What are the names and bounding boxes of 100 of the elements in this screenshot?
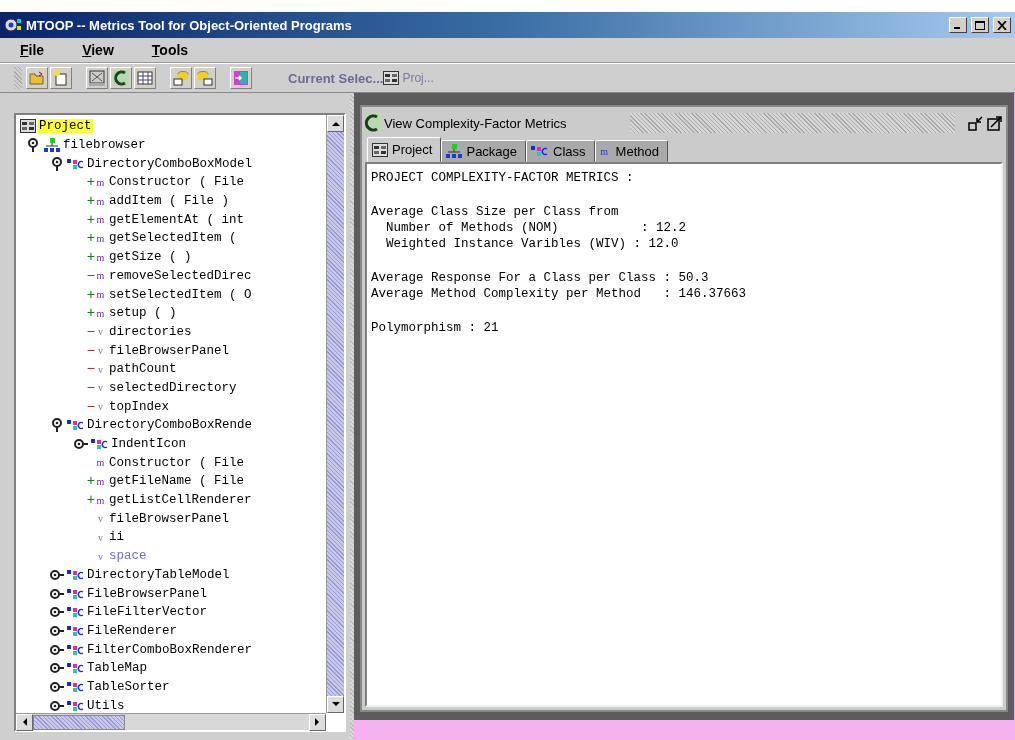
tree-item[interactable]: getSize ( ): [108, 250, 193, 265]
tree-item[interactable]: addItem ( File ): [108, 194, 231, 209]
access-sign: +: [86, 174, 96, 191]
class-icon: [67, 699, 85, 712]
tree-item[interactable]: fileBrowserPanel: [108, 511, 231, 526]
pin-icon[interactable]: [28, 138, 38, 153]
current-selection-value: Proj...: [402, 71, 434, 85]
key-icon[interactable]: [50, 700, 64, 711]
tree-item[interactable]: FileRenderer: [86, 623, 178, 638]
restore-icon[interactable]: [968, 115, 984, 131]
title-grip[interactable]: [629, 113, 955, 133]
tree-item[interactable]: getFileName ( File: [108, 474, 246, 489]
key-icon[interactable]: [50, 644, 64, 655]
tree-item[interactable]: ii: [108, 530, 125, 545]
class-icon: [67, 624, 85, 637]
tree-item[interactable]: space: [108, 549, 148, 564]
tree-item[interactable]: FileFilterVector: [86, 605, 209, 620]
scroll-down-button[interactable]: [327, 696, 344, 713]
database-button[interactable]: [170, 67, 192, 89]
tree-item[interactable]: setup ( ): [108, 306, 178, 321]
tree-item[interactable]: getElementAt ( int: [108, 212, 246, 227]
maximize-icon[interactable]: [987, 115, 1003, 131]
tree-item[interactable]: selectedDirectory: [108, 380, 238, 395]
menu-item[interactable]: Tools: [151, 42, 189, 58]
key-icon[interactable]: [50, 663, 64, 674]
key-icon[interactable]: [50, 607, 64, 618]
minimize-button[interactable]: [949, 17, 967, 33]
table-button[interactable]: [134, 67, 156, 89]
tree-item[interactable]: getSelectedItem (: [108, 231, 238, 246]
tree-item[interactable]: IndentIcon: [110, 437, 187, 452]
tree-item[interactable]: DirectoryComboBoxModel: [86, 156, 254, 171]
complexity-button[interactable]: [110, 67, 132, 89]
tree-item[interactable]: Constructor ( File: [108, 175, 246, 190]
tab[interactable]: m Method: [594, 140, 668, 162]
package-icon: [44, 138, 60, 153]
window-title: View Complexity-Factor Metrics: [384, 115, 567, 131]
pin-icon[interactable]: [52, 156, 62, 171]
tree-item[interactable]: topIndex: [108, 399, 170, 414]
key-icon[interactable]: [50, 681, 64, 692]
tab[interactable]: Class: [526, 140, 595, 162]
left-arrow-icon: [22, 718, 27, 726]
report-line: Weighted Instance Varibles (WIV) : 12.0: [385, 236, 680, 252]
tree-item[interactable]: TableSorter: [86, 679, 171, 694]
vertical-scrollbar[interactable]: [326, 115, 344, 713]
method-icon: m: [96, 214, 105, 226]
tree-item[interactable]: TableMap: [86, 661, 148, 676]
current-selection-label: Current Selec...: [288, 70, 384, 86]
scroll-up-button[interactable]: [327, 115, 344, 132]
tree-item[interactable]: FilterComboBoxRenderer: [86, 642, 254, 657]
scroll-left-button[interactable]: [16, 713, 33, 731]
access-sign: −: [86, 379, 96, 396]
database-button[interactable]: [194, 67, 216, 89]
toolbar-grip[interactable]: [14, 67, 22, 89]
class-icon: [67, 568, 85, 581]
tab[interactable]: Package: [441, 140, 527, 162]
tree-item[interactable]: DirectoryComboBoxRende: [86, 418, 254, 433]
method-icon: m: [96, 176, 105, 188]
package-icon: [446, 144, 463, 158]
key-icon[interactable]: [74, 439, 88, 450]
tree-item[interactable]: pathCount: [108, 362, 178, 377]
access-sign: −: [86, 323, 96, 340]
up-arrow-icon: [331, 121, 340, 126]
scroll-right-button[interactable]: [309, 713, 326, 731]
key-icon[interactable]: [50, 588, 64, 599]
project-icon: [372, 142, 388, 157]
variable-icon: v: [96, 326, 105, 338]
project-icon: [20, 119, 36, 134]
variable-icon: v: [96, 531, 105, 543]
window-title: MTOOP -- Metrics Tool for Object-Oriented Programs: [26, 17, 353, 33]
maximize-button[interactable]: [971, 17, 989, 33]
class-icon: [531, 145, 550, 157]
tree-item[interactable]: directories: [108, 324, 193, 339]
tree-item[interactable]: getListCellRenderer: [108, 493, 253, 508]
tree-item[interactable]: Utils: [86, 698, 126, 713]
menu-item[interactable]: View: [82, 42, 114, 58]
key-icon[interactable]: [50, 625, 64, 636]
tree-item[interactable]: DirectoryTableModel: [86, 567, 231, 582]
chart-button[interactable]: [86, 67, 108, 89]
tree-item[interactable]: setSelectedItem ( O: [108, 287, 253, 302]
close-button[interactable]: [993, 17, 1011, 33]
new-file-button[interactable]: [50, 67, 72, 89]
tree-item[interactable]: fileBrowserPanel: [108, 343, 231, 358]
menu-item[interactable]: File: [20, 42, 45, 58]
tree-item[interactable]: Project: [38, 119, 93, 134]
report-line: Average Method Complexity per Method : 146.37663: [371, 286, 748, 302]
tree-item[interactable]: removeSelectedDirec: [108, 268, 253, 283]
access-sign: +: [86, 492, 96, 509]
key-icon[interactable]: [50, 569, 64, 580]
class-icon: [67, 157, 85, 170]
horizontal-scrollbar[interactable]: [16, 713, 326, 730]
access-sign: −: [86, 342, 96, 359]
tree-item[interactable]: filebrowser: [62, 138, 147, 153]
tree-item[interactable]: Constructor ( File: [108, 455, 246, 470]
access-sign: −: [86, 398, 96, 415]
tab[interactable]: Project: [367, 137, 442, 162]
open-folder-button[interactable]: [26, 67, 48, 89]
exit-button[interactable]: [230, 67, 252, 89]
pin-icon[interactable]: [52, 418, 62, 433]
class-icon: [67, 606, 85, 619]
tree-item[interactable]: FileBrowserPanel: [86, 586, 209, 601]
